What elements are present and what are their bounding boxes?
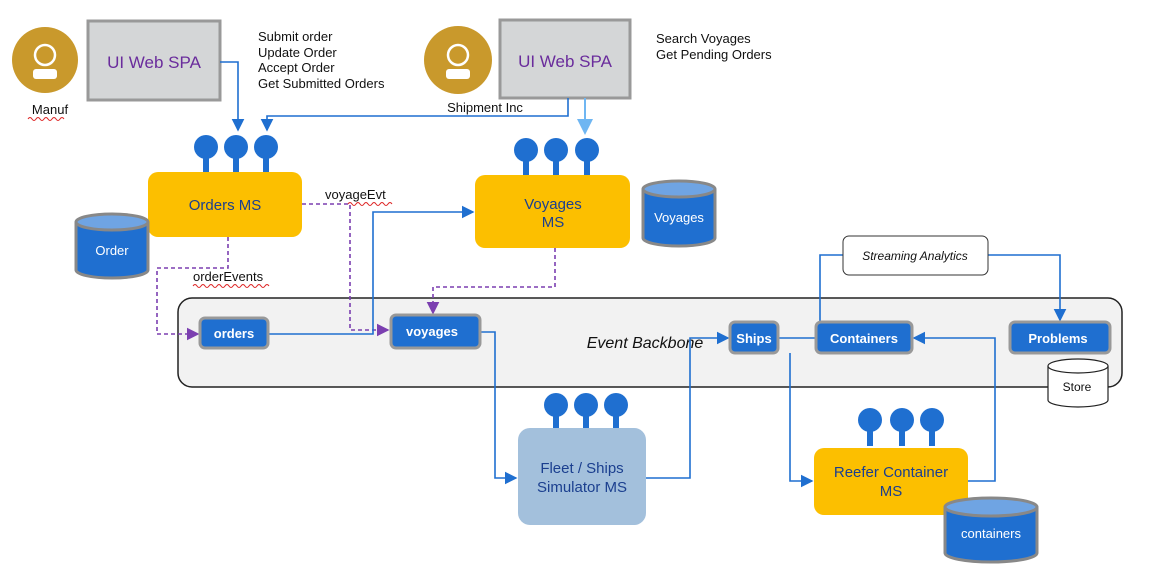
voyages-database: Voyages: [641, 179, 717, 248]
svg-text:Streaming Analytics: Streaming Analytics: [862, 249, 968, 263]
svg-text:Get Pending Orders: Get Pending Orders: [656, 47, 772, 62]
svg-text:Store: Store: [1063, 380, 1092, 394]
voyages-operations: Search Voyages Get Pending Orders: [656, 31, 772, 62]
ui-web-spa-shipment: UI Web SPA: [498, 18, 632, 100]
topic-ships: Ships: [728, 320, 780, 355]
svg-text:UI Web SPA: UI Web SPA: [518, 52, 613, 71]
svg-text:Accept Order: Accept Order: [258, 60, 335, 75]
svg-text:UI Web SPA: UI Web SPA: [107, 53, 202, 72]
store-database: Store: [1047, 358, 1109, 408]
svg-text:Containers: Containers: [830, 331, 898, 346]
svg-text:Update Order: Update Order: [258, 45, 337, 60]
svg-text:Simulator MS: Simulator MS: [537, 479, 627, 496]
fleet-simulator-ms: Fleet / Ships Simulator MS: [518, 393, 646, 525]
voyages-ms: Voyages MS: [475, 138, 630, 248]
user-icon: [424, 26, 492, 94]
topic-problems: Problems: [1008, 320, 1112, 355]
topic-orders: orders: [198, 316, 270, 350]
svg-text:Reefer Container: Reefer Container: [834, 464, 948, 481]
manuf-actor: Manuf: [12, 27, 78, 121]
voyage-event-label: voyageEvt: [325, 187, 386, 202]
user-icon: [12, 27, 78, 93]
orders-ms: Orders MS: [148, 135, 302, 237]
architecture-diagram: Manuf Shipment Inc UI Web SPA UI Web SPA…: [12, 18, 1123, 564]
svg-text:Submit order: Submit order: [258, 29, 333, 44]
svg-text:voyages: voyages: [406, 324, 458, 339]
event-backbone: Event Backbone: [177, 297, 1123, 388]
svg-text:MS: MS: [542, 214, 565, 231]
topic-voyages: voyages: [389, 313, 482, 350]
svg-text:Get Submitted Orders: Get Submitted Orders: [258, 76, 385, 91]
svg-text:Ships: Ships: [736, 331, 771, 346]
svg-text:Orders MS: Orders MS: [189, 197, 262, 214]
svg-text:Problems: Problems: [1028, 331, 1087, 346]
svg-text:Event Backbone: Event Backbone: [587, 335, 704, 352]
reefer-container-ms: Reefer Container MS: [814, 408, 968, 515]
actor-label: Manuf: [32, 102, 69, 117]
svg-text:orders: orders: [214, 326, 254, 341]
svg-text:MS: MS: [880, 483, 903, 500]
svg-text:Search Voyages: Search Voyages: [656, 31, 751, 46]
svg-text:Order: Order: [95, 243, 129, 258]
svg-text:containers: containers: [961, 526, 1021, 541]
ui-web-spa-manuf: UI Web SPA: [86, 19, 222, 102]
streaming-analytics: Streaming Analytics: [842, 235, 989, 276]
svg-text:Voyages: Voyages: [524, 196, 582, 213]
order-events-label: orderEvents: [193, 269, 264, 284]
svg-text:Voyages: Voyages: [654, 210, 704, 225]
topic-containers: Containers: [814, 320, 914, 355]
svg-text:Fleet / Ships: Fleet / Ships: [540, 460, 623, 477]
actor-label: Shipment Inc: [447, 100, 523, 115]
spa-to-orders-arrow: [220, 61, 245, 132]
containers-database: containers: [943, 496, 1039, 564]
order-database: Order: [74, 212, 150, 280]
orders-operations: Submit order Update Order Accept Order G…: [258, 29, 385, 91]
